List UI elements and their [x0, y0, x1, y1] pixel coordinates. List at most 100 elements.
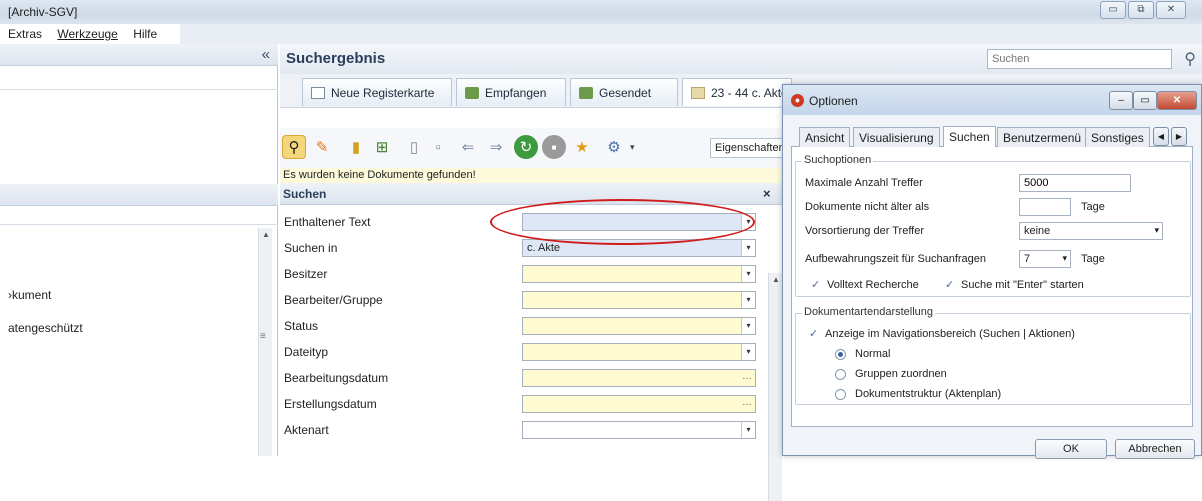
retention-select[interactable]: 7 ▾ — [1019, 250, 1071, 268]
tab-empfangen[interactable]: Empfangen — [456, 78, 566, 106]
field-input[interactable]: ▾ — [522, 291, 756, 309]
navigation-display-checkbox[interactable]: ✓ — [809, 329, 820, 340]
dialog-maximize-button[interactable]: ▭ — [1133, 91, 1157, 110]
radio-normal[interactable] — [835, 349, 846, 360]
splitter-grip-icon[interactable]: ≡ — [260, 331, 266, 342]
document-icon[interactable]: ▮ — [344, 135, 368, 159]
page-icon[interactable]: ▫ — [426, 135, 450, 159]
tab-scroll-left-icon[interactable]: ◀ — [1153, 127, 1169, 146]
radio-aktenplan[interactable] — [835, 389, 846, 400]
ok-button[interactable]: OK — [1035, 439, 1107, 459]
field-label: Status — [284, 319, 319, 333]
age-input[interactable] — [1019, 198, 1071, 216]
dialog-tabs: Ansicht Visualisierung Suchen Benutzerme… — [791, 125, 1193, 147]
field-input[interactable]: … — [522, 395, 756, 413]
refresh-icon[interactable]: ↻ — [514, 135, 538, 159]
close-panel-button[interactable]: × — [763, 186, 771, 201]
status-notice: Es wurden keine Dokumente gefunden! — [280, 168, 785, 183]
window-titlebar: [Archiv-SGV] ▭ ⧉ ✕ — [0, 0, 1202, 24]
tab-gesendet[interactable]: Gesendet — [570, 78, 678, 106]
chevron-down-icon[interactable]: ▾ — [741, 422, 755, 438]
field-input[interactable]: ▾ — [522, 421, 756, 439]
nav-item-dokument[interactable]: ›kument — [8, 288, 51, 302]
tab-sonstiges[interactable]: Sonstiges — [1085, 127, 1150, 147]
age-unit: Tage — [1081, 201, 1105, 213]
scroll-up-icon[interactable]: ▲ — [262, 230, 270, 239]
search-input[interactable] — [987, 49, 1172, 69]
collapse-pane-button[interactable]: « — [262, 46, 270, 63]
field-label: Erstellungsdatum — [284, 397, 377, 411]
field-input[interactable]: ▾ — [522, 265, 756, 283]
nav-subheader — [0, 184, 278, 206]
tab-visualisierung[interactable]: Visualisierung — [853, 127, 940, 147]
max-hits-label: Maximale Anzahl Treffer — [805, 177, 923, 189]
radio-gruppen-label: Gruppen zuordnen — [855, 368, 947, 380]
ellipsis-icon[interactable]: … — [742, 397, 752, 408]
menu-werkzeuge[interactable]: Werkzeuge — [57, 27, 117, 41]
stop-icon[interactable]: ■ — [542, 135, 566, 159]
toolbar: ⚲ ✎ ▮ ⊞ ▯ ▫ ⇐ ⇒ ↻ ■ ★ ⚙ ▾ Eigenschaften — [280, 128, 800, 168]
search-field-row: Bearbeiter/Gruppe ▾ — [280, 287, 785, 313]
field-label: Suchen in — [284, 241, 338, 255]
nav-scrollbar[interactable] — [258, 228, 272, 456]
tab-akte[interactable]: 23 - 44 c. Akte — [682, 78, 792, 106]
ellipsis-icon[interactable]: … — [742, 371, 752, 382]
field-input[interactable]: … — [522, 369, 756, 387]
radio-gruppen[interactable] — [835, 369, 846, 380]
tree-icon[interactable]: ⊞ — [370, 135, 394, 159]
dialog-close-button[interactable]: ✕ — [1157, 91, 1197, 110]
chevron-down-icon[interactable]: ▾ — [741, 344, 755, 360]
tab-ansicht[interactable]: Ansicht — [799, 127, 851, 147]
chevron-down-icon[interactable]: ▾ — [741, 292, 755, 308]
menu-extras[interactable]: Extras — [8, 27, 42, 41]
enter-search-label: Suche mit "Enter" starten — [961, 279, 1084, 291]
sort-select[interactable]: keine ▾ — [1019, 222, 1163, 240]
field-label: Bearbeiter/Gruppe — [284, 293, 383, 307]
search-field-row: Aktenart ▾ — [280, 417, 785, 443]
enter-search-checkbox[interactable]: ✓ — [945, 280, 956, 291]
menu-hilfe[interactable]: Hilfe — [133, 27, 157, 41]
search-field-row: Erstellungsdatum … — [280, 391, 785, 417]
chevron-down-icon[interactable]: ▾ — [741, 240, 755, 256]
nav-item-datengeschuetzt[interactable]: atengeschützt — [8, 321, 83, 335]
fulltext-checkbox[interactable]: ✓ — [811, 280, 822, 291]
cancel-button[interactable]: Abbrechen — [1115, 439, 1195, 459]
search-icon[interactable]: ⚲ — [282, 135, 306, 159]
tab-suchen[interactable]: Suchen — [943, 126, 996, 147]
find-icon[interactable]: ✎ — [310, 135, 334, 159]
field-input[interactable]: ▾ — [522, 343, 756, 361]
fulltext-label: Volltext Recherche — [827, 279, 919, 291]
search-icon[interactable]: ⚲ — [1184, 49, 1196, 69]
field-label: Aktenart — [284, 423, 329, 437]
plugin-icon[interactable]: ⚙ — [602, 135, 626, 159]
close-window-button[interactable]: ✕ — [1156, 1, 1186, 19]
retention-unit: Tage — [1081, 253, 1105, 265]
sort-label: Vorsortierung der Treffer — [805, 225, 925, 237]
app-icon: ● — [791, 94, 804, 107]
chevron-down-icon[interactable]: ▾ — [630, 142, 635, 153]
chevron-down-icon[interactable]: ▾ — [741, 318, 755, 334]
radio-normal-label: Normal — [855, 348, 891, 360]
maximize-button[interactable]: ⧉ — [1128, 1, 1154, 19]
minimize-button[interactable]: ▭ — [1100, 1, 1126, 19]
tab-scroll-right-icon[interactable]: ▶ — [1171, 127, 1187, 146]
window-title: [Archiv-SGV] — [8, 5, 78, 19]
group-title: Dokumentartendarstellung — [802, 306, 936, 318]
chevron-down-icon[interactable]: ▾ — [741, 266, 755, 282]
tab-benutzermenue[interactable]: Benutzermenü — [997, 127, 1088, 147]
folder-icon — [691, 87, 705, 99]
field-input[interactable]: ▾ — [522, 317, 756, 335]
dialog-minimize-button[interactable]: – — [1109, 91, 1133, 110]
tab-new[interactable]: Neue Registerkarte — [302, 78, 452, 106]
new-tab-icon — [311, 87, 325, 99]
navigation-display-label: Anzeige im Navigationsbereich (Suchen | … — [825, 328, 1075, 340]
radio-aktenplan-label: Dokumentstruktur (Aktenplan) — [855, 388, 1002, 400]
forward-arrow-icon[interactable]: ⇒ — [484, 135, 508, 159]
divider — [0, 224, 278, 225]
outbox-icon — [579, 87, 593, 99]
field-label: Bearbeitungsdatum — [284, 371, 389, 385]
max-hits-input[interactable] — [1019, 174, 1131, 192]
back-arrow-icon[interactable]: ⇐ — [456, 135, 480, 159]
favorite-star-icon[interactable]: ★ — [570, 135, 594, 159]
file-icon[interactable]: ▯ — [402, 135, 426, 159]
